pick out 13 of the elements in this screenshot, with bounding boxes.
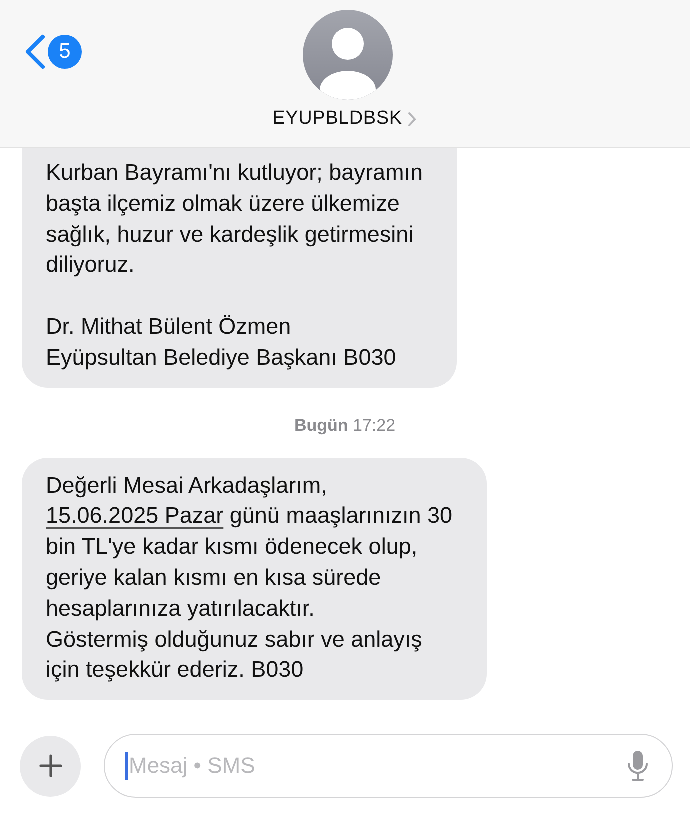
timestamp: Bugün 17:22: [293, 416, 397, 436]
unread-badge: 5: [48, 35, 82, 69]
message-field[interactable]: Mesaj • SMS: [104, 734, 673, 798]
contact-name[interactable]: EYUPBLDBSK: [272, 108, 402, 130]
message-bubble: Kurban Bayramı'nı kutluyor; bayramın başta ilçemiz olmak üzere ülkemize sağlık, huzur ve kardeşlik getirmesini diliyoruz. Dr. Mithat Bülent Özmen Eyüpsultan Belediye Başkanı B030: [22, 148, 457, 388]
date-link[interactable]: 15.06.2025 Pazar: [46, 503, 224, 528]
back-chevron-icon: [24, 34, 46, 70]
chevron-icon: [408, 112, 418, 126]
microphone-icon[interactable]: [627, 750, 649, 782]
message-bubble: Değerli Mesai Arkadaşlarım, 15.06.2025 Pazar günü maaşlarınızın 30 bin TL'ye kadar kısmı ödenecek olup, geriye kalan kısmı en kısa sürede hesaplarınıza yatırılacaktır. Göstermiş olduğunuz sabır ve anlayış için teşekkür ederiz. B030: [22, 458, 487, 700]
avatar-icon[interactable]: [303, 10, 393, 100]
plus-icon: [38, 754, 62, 778]
back-button[interactable]: 5: [24, 34, 82, 70]
